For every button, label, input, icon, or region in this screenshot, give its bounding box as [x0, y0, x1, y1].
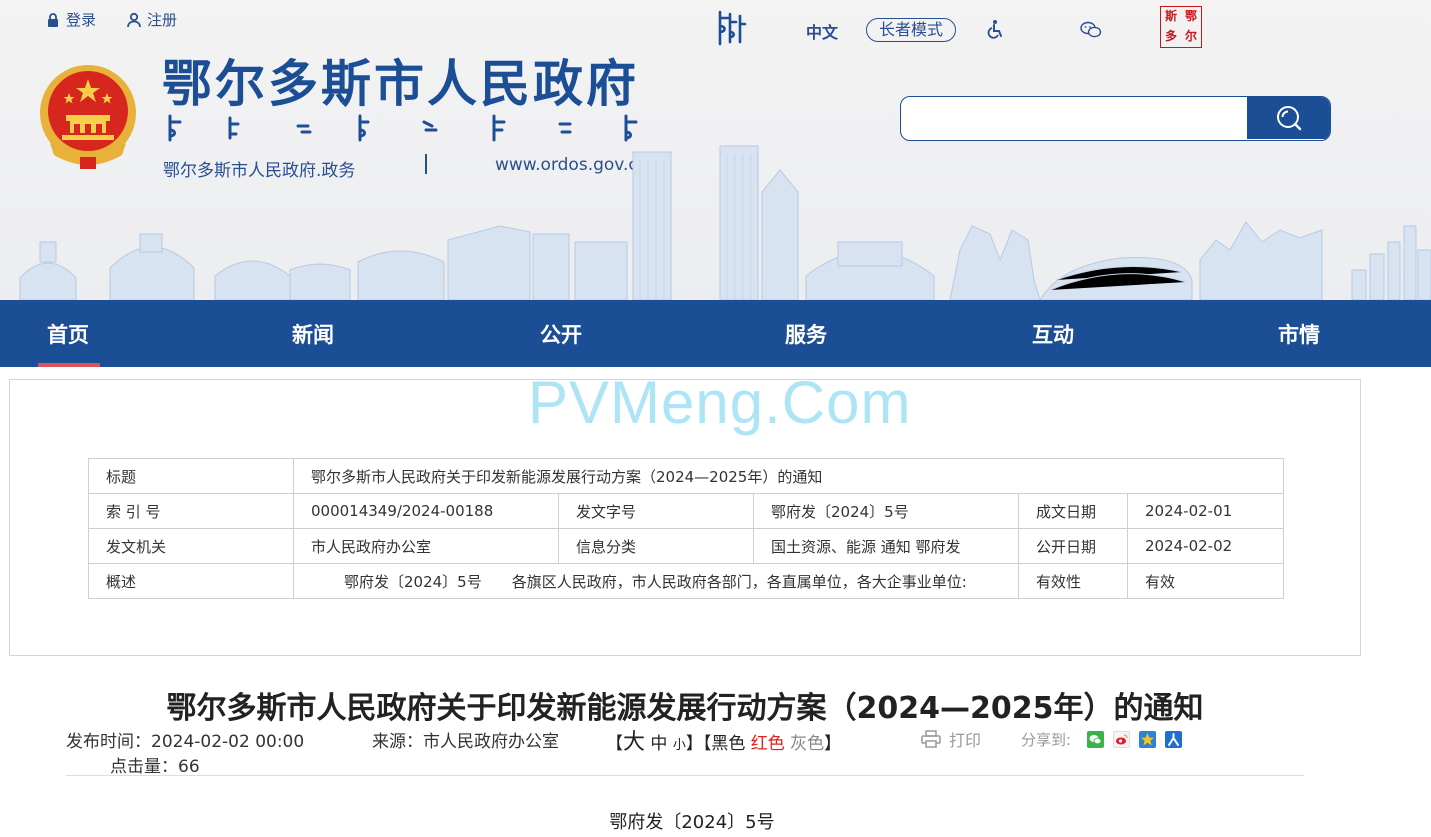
docno-label: 发文字号	[558, 493, 754, 529]
article-source: 来源：市人民政府办公室	[372, 732, 559, 752]
share-label: 分享到:	[1021, 731, 1072, 749]
date-label: 成文日期	[1018, 493, 1128, 529]
logo-char: 鄂	[1184, 9, 1197, 23]
search-icon	[1276, 106, 1301, 131]
wechat-icon[interactable]	[1080, 21, 1102, 39]
share-weibo-icon[interactable]	[1113, 731, 1130, 748]
bracket: 】	[685, 734, 703, 754]
font-size-and-color-options: 【大 中 小】【黑色 红色 灰色】	[606, 724, 841, 756]
color-black-button[interactable]: 【黑色	[703, 734, 746, 754]
main-nav: 首页 新闻 公开 服务 互动 市情	[0, 300, 1431, 367]
bracket: 】	[824, 734, 842, 754]
printer-icon	[921, 730, 941, 748]
nav-public[interactable]: 公开	[540, 319, 582, 349]
org-label: 发文机关	[88, 528, 294, 564]
validity-value: 有效	[1127, 563, 1284, 599]
lang-chinese-link[interactable]: 中文	[806, 19, 838, 43]
bracket: 【	[606, 734, 623, 754]
index-label: 索 引 号	[88, 493, 294, 529]
site-title: 鄂尔多斯市人民政府	[162, 55, 639, 113]
document-meta-table: 标题 鄂尔多斯市人民政府关于印发新能源发展行动方案（2024—2025年）的通知…	[88, 458, 1284, 599]
index-value: 000014349/2024-00188	[293, 493, 559, 529]
nav-news[interactable]: 新闻	[292, 319, 334, 349]
divider	[66, 775, 1304, 776]
hit-count: 点击量：66	[110, 757, 200, 777]
city-skyline-illustration	[19, 145, 1431, 300]
pub-label: 公开日期	[1018, 528, 1128, 564]
logo-char: 多	[1164, 29, 1177, 43]
title-value: 鄂尔多斯市人民政府关于印发新能源发展行动方案（2024—2025年）的通知	[293, 458, 1284, 494]
color-red-button[interactable]: 红色	[751, 734, 785, 754]
logo-char: 尔	[1184, 29, 1197, 43]
print-label: 打印	[949, 731, 982, 750]
register-link[interactable]: 注册	[126, 9, 177, 30]
pub-value: 2024-02-02	[1127, 528, 1284, 564]
logo-char: 斯	[1164, 9, 1177, 23]
watermark-text: PVMeng.Com	[528, 369, 912, 436]
nav-home[interactable]: 首页	[47, 319, 89, 349]
document-number: 鄂府发〔2024〕5号	[609, 812, 775, 833]
share-qzone-icon[interactable]	[1139, 731, 1156, 748]
print-button[interactable]: 打印	[921, 727, 981, 751]
color-gray-button[interactable]: 灰色	[790, 734, 824, 754]
validity-label: 有效性	[1018, 563, 1128, 599]
login-link[interactable]: 登录	[45, 9, 96, 30]
register-label: 注册	[147, 11, 178, 29]
share-wechat-icon[interactable]	[1087, 731, 1104, 748]
table-row: 索 引 号 000014349/2024-00188 发文字号 鄂府发〔2024…	[88, 493, 1284, 529]
summary-value: 鄂府发〔2024〕5号 各旗区人民政府，市人民政府各部门，各直属单位，各大企事业…	[293, 563, 1019, 599]
font-size-medium-button[interactable]: 中	[650, 734, 667, 754]
lock-icon	[48, 12, 58, 27]
user-icon	[127, 12, 141, 27]
font-size-small-button[interactable]: 小	[673, 738, 686, 753]
site-header: 登录 注册 中文 长者模式 斯 鄂 多 尔 鄂尔多斯市人民政府 鄂尔多斯市人民政…	[0, 0, 1431, 300]
article-title: 鄂尔多斯市人民政府关于印发新能源发展行动方案（2024—2025年）的通知	[166, 691, 1204, 726]
mongolian-script-icon[interactable]	[712, 8, 748, 48]
category-label: 信息分类	[558, 528, 754, 564]
font-size-large-button[interactable]: 大	[623, 730, 645, 755]
org-value: 市人民政府办公室	[293, 528, 559, 564]
publish-time: 发布时间：2024-02-02 00:00	[66, 732, 305, 752]
table-row: 概述 鄂府发〔2024〕5号 各旗区人民政府，市人民政府各部门，各直属单位，各大…	[88, 563, 1284, 599]
accessibility-icon[interactable]	[985, 19, 1005, 39]
nav-city-info[interactable]: 市情	[1278, 319, 1320, 349]
login-label: 登录	[66, 11, 97, 29]
title-label: 标题	[88, 458, 294, 494]
ordos-online-logo[interactable]: 斯 鄂 多 尔	[1160, 6, 1202, 48]
nav-interaction[interactable]: 互动	[1032, 319, 1074, 349]
share-renren-icon[interactable]	[1165, 731, 1182, 748]
table-row: 标题 鄂尔多斯市人民政府关于印发新能源发展行动方案（2024—2025年）的通知	[88, 458, 1284, 494]
date-value: 2024-02-01	[1127, 493, 1284, 529]
category-value: 国土资源、能源 通知 鄂府发	[753, 528, 1019, 564]
summary-label: 概述	[88, 563, 294, 599]
nav-service[interactable]: 服务	[785, 319, 827, 349]
elder-mode-button[interactable]: 长者模式	[866, 18, 956, 42]
table-row: 发文机关 市人民政府办公室 信息分类 国土资源、能源 通知 鄂府发 公开日期 2…	[88, 528, 1284, 564]
docno-value: 鄂府发〔2024〕5号	[753, 493, 1019, 529]
nav-active-indicator	[38, 363, 100, 367]
